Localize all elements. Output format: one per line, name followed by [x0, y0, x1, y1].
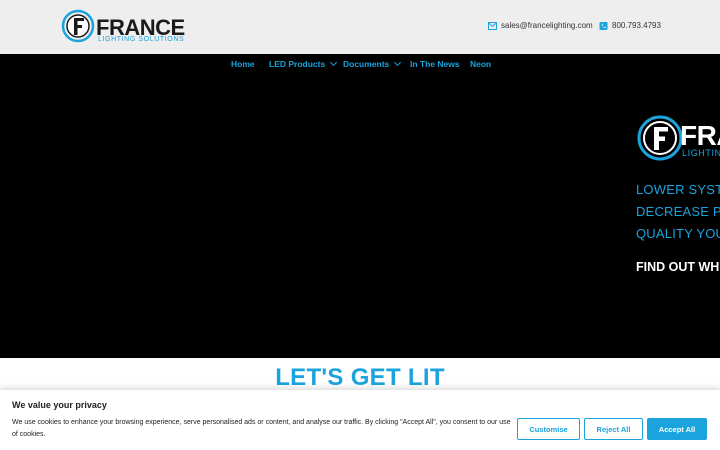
contact-phone[interactable]: 800.793.4793 [612, 21, 661, 30]
cookie-banner-title: We value your privacy [12, 400, 107, 410]
hero-cta-link[interactable]: FIND OUT WHY [636, 260, 720, 274]
site-logo[interactable]: FRANCE LIGHTING SOLUTIONS [60, 6, 185, 46]
phone-icon [599, 21, 608, 30]
section-title: LET'S GET LIT [275, 364, 445, 391]
site-header: FRANCE LIGHTING SOLUTIONS sales@franceli… [0, 0, 720, 54]
cookie-consent-banner: We value your privacy We use cookies to … [0, 390, 720, 450]
nav-item-home[interactable]: Home [231, 59, 255, 69]
nav-item-label: Home [231, 59, 255, 69]
reject-all-button[interactable]: Reject All [584, 418, 643, 440]
contact-email-link[interactable]: sales@francelighting.com [488, 21, 593, 30]
hero-logo: FRA LIGHTING [636, 112, 720, 164]
hero-tagline-line: QUALITY YOU C [636, 226, 720, 241]
hero-logo-emblem-icon [637, 115, 683, 161]
nav-item-in-the-news[interactable]: In The News [410, 59, 460, 69]
hero-tagline-line: DECREASE PRO [636, 204, 720, 219]
customise-button[interactable]: Customise [517, 418, 580, 440]
nav-item-label: LED Products [269, 59, 326, 69]
logo-emblem-icon [61, 9, 95, 43]
envelope-icon [488, 21, 497, 30]
accept-all-button[interactable]: Accept All [647, 418, 707, 440]
contact-email[interactable]: sales@francelighting.com [501, 21, 593, 30]
chevron-down-icon [394, 58, 402, 67]
main-navigation: Home LED Products Documents In The News … [0, 58, 720, 77]
hero-tagline-line: LOWER SYSTEM [636, 182, 720, 197]
hero-section: Home LED Products Documents In The News … [0, 54, 720, 358]
nav-item-label: Neon [470, 59, 492, 69]
nav-item-label: Documents [343, 59, 390, 69]
nav-item-led-products[interactable]: LED Products [269, 58, 338, 69]
chevron-down-icon [330, 58, 338, 67]
nav-item-neon[interactable]: Neon [470, 59, 491, 69]
nav-item-documents[interactable]: Documents [343, 58, 402, 69]
nav-item-label: In The News [410, 59, 460, 69]
contact-phone-link[interactable]: 800.793.4793 [599, 21, 661, 30]
cookie-banner-text: We use cookies to enhance your browsing … [12, 419, 511, 438]
logo-tagline: LIGHTING SOLUTIONS [98, 36, 185, 43]
hero-logo-tagline: LIGHTING [682, 148, 720, 158]
